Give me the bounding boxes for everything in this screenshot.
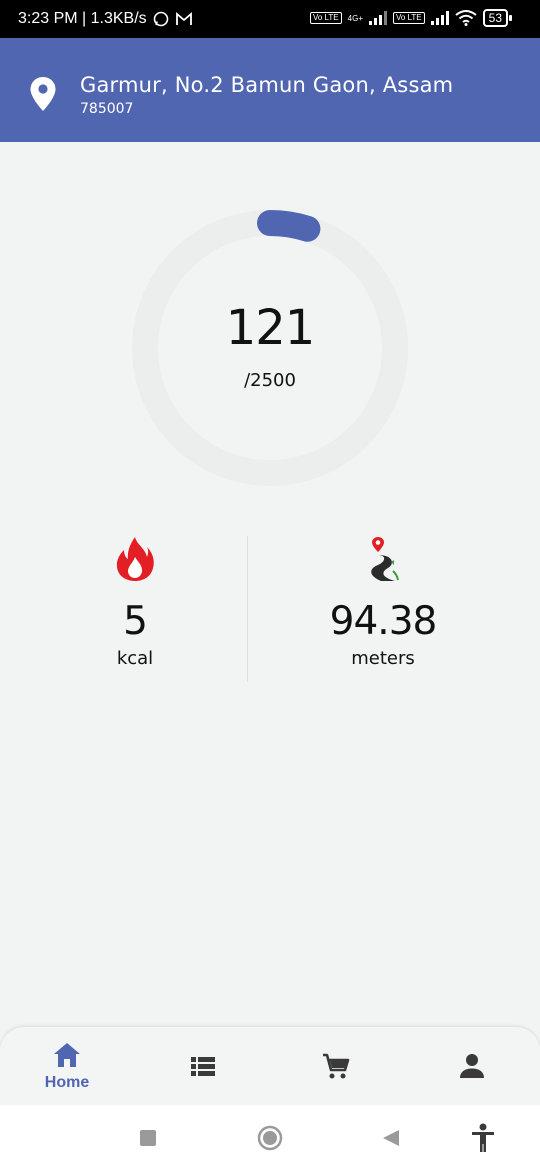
calories-value: 5 xyxy=(123,599,148,644)
person-icon xyxy=(460,1054,484,1078)
wifi-icon xyxy=(455,10,477,26)
nav-cart[interactable] xyxy=(281,1041,391,1080)
location-header: Garmur, No.2 Bamun Gaon, Assam 785007 xyxy=(0,38,540,142)
status-bar: 3:23 PM | 1.3KB/s Vo LTE 4G+ Vo LTE 53 xyxy=(0,0,540,38)
calories-stat: 5 kcal xyxy=(0,535,270,669)
distance-stat: 94.38 meters xyxy=(248,535,518,669)
nav-list[interactable] xyxy=(148,1041,258,1081)
recents-icon[interactable] xyxy=(139,1129,157,1147)
battery-icon: 53 xyxy=(482,9,513,27)
accessibility-icon[interactable] xyxy=(470,1123,496,1153)
home-icon xyxy=(54,1043,80,1067)
distance-value: 94.38 xyxy=(329,599,438,644)
flame-icon xyxy=(116,537,154,581)
whatsapp-icon xyxy=(153,11,168,27)
status-right: Vo LTE 4G+ Vo LTE 53 xyxy=(309,9,513,27)
step-count: 121 xyxy=(225,300,316,356)
location-postcode: 785007 xyxy=(80,101,134,117)
signal-icon-2 xyxy=(430,11,449,25)
location-title: Garmur, No.2 Bamun Gaon, Assam xyxy=(80,73,454,97)
location-pin-icon xyxy=(30,77,56,111)
system-navigation-bar xyxy=(0,1105,540,1170)
volte-badge-2: Vo LTE xyxy=(392,12,425,24)
network-type: 4G+ xyxy=(347,13,363,23)
nav-profile[interactable] xyxy=(417,1041,527,1080)
status-left: 3:23 PM | 1.3KB/s xyxy=(18,10,193,28)
back-icon[interactable] xyxy=(381,1128,401,1148)
gmail-icon xyxy=(175,12,192,25)
step-goal: /2500 xyxy=(244,370,296,391)
road-icon xyxy=(371,537,399,581)
cart-icon xyxy=(323,1053,350,1079)
status-time-speed: 3:23 PM | 1.3KB/s xyxy=(18,10,147,27)
volte-badge: Vo LTE xyxy=(309,12,342,24)
calories-unit: kcal xyxy=(116,648,154,669)
home-circle-icon[interactable] xyxy=(257,1125,283,1151)
distance-unit: meters xyxy=(351,648,415,669)
nav-home[interactable]: Home xyxy=(12,1041,122,1092)
signal-icon xyxy=(368,11,387,25)
bottom-navigation: Home xyxy=(0,1027,540,1105)
nav-home-label: Home xyxy=(44,1074,90,1091)
list-icon xyxy=(191,1057,215,1076)
